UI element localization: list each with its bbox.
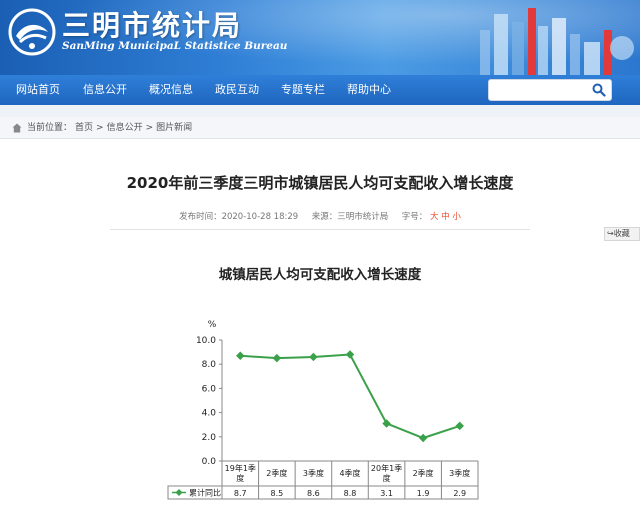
search-button[interactable] <box>589 81 609 99</box>
breadcrumb-link-home[interactable]: 首页 <box>75 117 93 139</box>
publish-time: 发布时间：2020-10-28 18:29 <box>179 212 299 222</box>
growth-line-chart: % 10.08.06.04.02.00.0 19年1季度8.72季度8.53季度… <box>167 320 479 500</box>
main-navigation: 网站首页 信息公开 概况信息 政民互动 专题专栏 帮助中心 <box>0 75 640 105</box>
y-axis-unit-label: % <box>208 320 217 330</box>
data-table-value: 2.9 <box>453 489 466 498</box>
favorite-label: 收藏 <box>613 229 630 238</box>
y-axis-tick-label: 6.0 <box>202 384 217 394</box>
chart-title: 城镇居民人均可支配收入增长速度 <box>218 267 422 283</box>
city-skyline-illustration <box>480 8 634 75</box>
article-source: 来源：三明市统计局 <box>311 212 389 222</box>
y-axis-tick-label: 10.0 <box>196 336 216 346</box>
data-point-marker <box>455 421 464 431</box>
data-table-value: 8.6 <box>307 489 320 498</box>
meta-divider <box>110 229 530 230</box>
x-axis-category-label: 4季度 <box>339 468 360 478</box>
x-axis-category-label: 2季度 <box>266 468 287 478</box>
data-point-marker <box>382 419 391 428</box>
x-axis-category-label: 20年1季 <box>371 463 402 473</box>
x-axis-category-label: 19年1季 <box>225 463 256 473</box>
y-axis-tick-label: 8.0 <box>202 360 217 370</box>
font-size-small-link[interactable]: 小 <box>452 212 461 222</box>
site-subtitle: SanMing MunicipaL Statistice Bureau <box>62 40 288 52</box>
data-table-value: 8.8 <box>344 489 357 498</box>
breadcrumb-prefix: 当前位置： <box>27 122 73 133</box>
breadcrumb-separator: > <box>96 122 104 133</box>
article-title: 2020年前三季度三明市城镇居民人均可支配收入增长速度 <box>126 174 514 192</box>
data-point-marker <box>236 351 245 360</box>
share-icon: ↪ <box>607 229 614 238</box>
legend-marker-swatch <box>175 488 183 497</box>
data-point-marker <box>309 352 318 362</box>
nav-item-help-center[interactable]: 帮助中心 <box>336 75 402 105</box>
search-input[interactable] <box>493 82 589 98</box>
data-point-marker <box>272 353 282 363</box>
breadcrumb: 当前位置： 首页 > 信息公开 > 图片新闻 <box>0 117 640 139</box>
search-icon <box>592 83 606 97</box>
nav-item-info-disclosure[interactable]: 信息公开 <box>72 75 138 105</box>
favorite-button[interactable]: ↪收藏 <box>604 227 640 241</box>
site-title: 三明市统计局 <box>62 9 243 42</box>
font-size-medium-link[interactable]: 中 <box>441 212 450 222</box>
location-icon <box>12 123 22 132</box>
bureau-logo-icon <box>8 8 56 56</box>
article-meta: 发布时间：2020-10-28 18:29 来源：三明市统计局 字号： 大 中 … <box>0 210 640 222</box>
data-point-marker <box>418 433 428 443</box>
font-size-label: 字号： <box>401 212 428 222</box>
x-axis-category-label: 2季度 <box>413 468 434 478</box>
data-point-marker <box>345 350 355 359</box>
series-line-cumulative <box>240 353 461 440</box>
y-axis-tick-label: 4.0 <box>202 409 217 419</box>
y-axis-tick-label: 2.0 <box>202 433 217 443</box>
nav-item-home[interactable]: 网站首页 <box>0 75 72 105</box>
nav-item-special-topics[interactable]: 专题专栏 <box>270 75 336 105</box>
nav-item-interaction[interactable]: 政民互动 <box>204 75 270 105</box>
data-table-value: 3.1 <box>380 489 393 498</box>
search-box <box>488 79 612 101</box>
x-axis-category-label: 3季度 <box>303 468 324 478</box>
font-size-large-link[interactable]: 大 <box>430 212 439 222</box>
x-axis-category-label: 度 <box>236 473 244 483</box>
x-axis-category-label: 度 <box>383 473 391 483</box>
data-table-value: 1.9 <box>417 489 430 498</box>
data-table-value: 8.5 <box>270 489 283 498</box>
breadcrumb-link-photo-news[interactable]: 图片新闻 <box>156 117 192 139</box>
y-axis-tick-label: 0.0 <box>202 457 217 467</box>
breadcrumb-separator: > <box>145 122 154 133</box>
nav-item-overview[interactable]: 概况信息 <box>138 75 204 105</box>
x-axis-category-label: 3季度 <box>449 468 470 478</box>
data-table-value: 8.7 <box>234 489 247 498</box>
legend-series-label: 累计同比 <box>189 488 221 498</box>
header-banner: 三明市统计局 SanMing MunicipaL Statistice Bure… <box>0 0 640 75</box>
breadcrumb-link-info-disclosure[interactable]: 信息公开 <box>107 117 143 139</box>
